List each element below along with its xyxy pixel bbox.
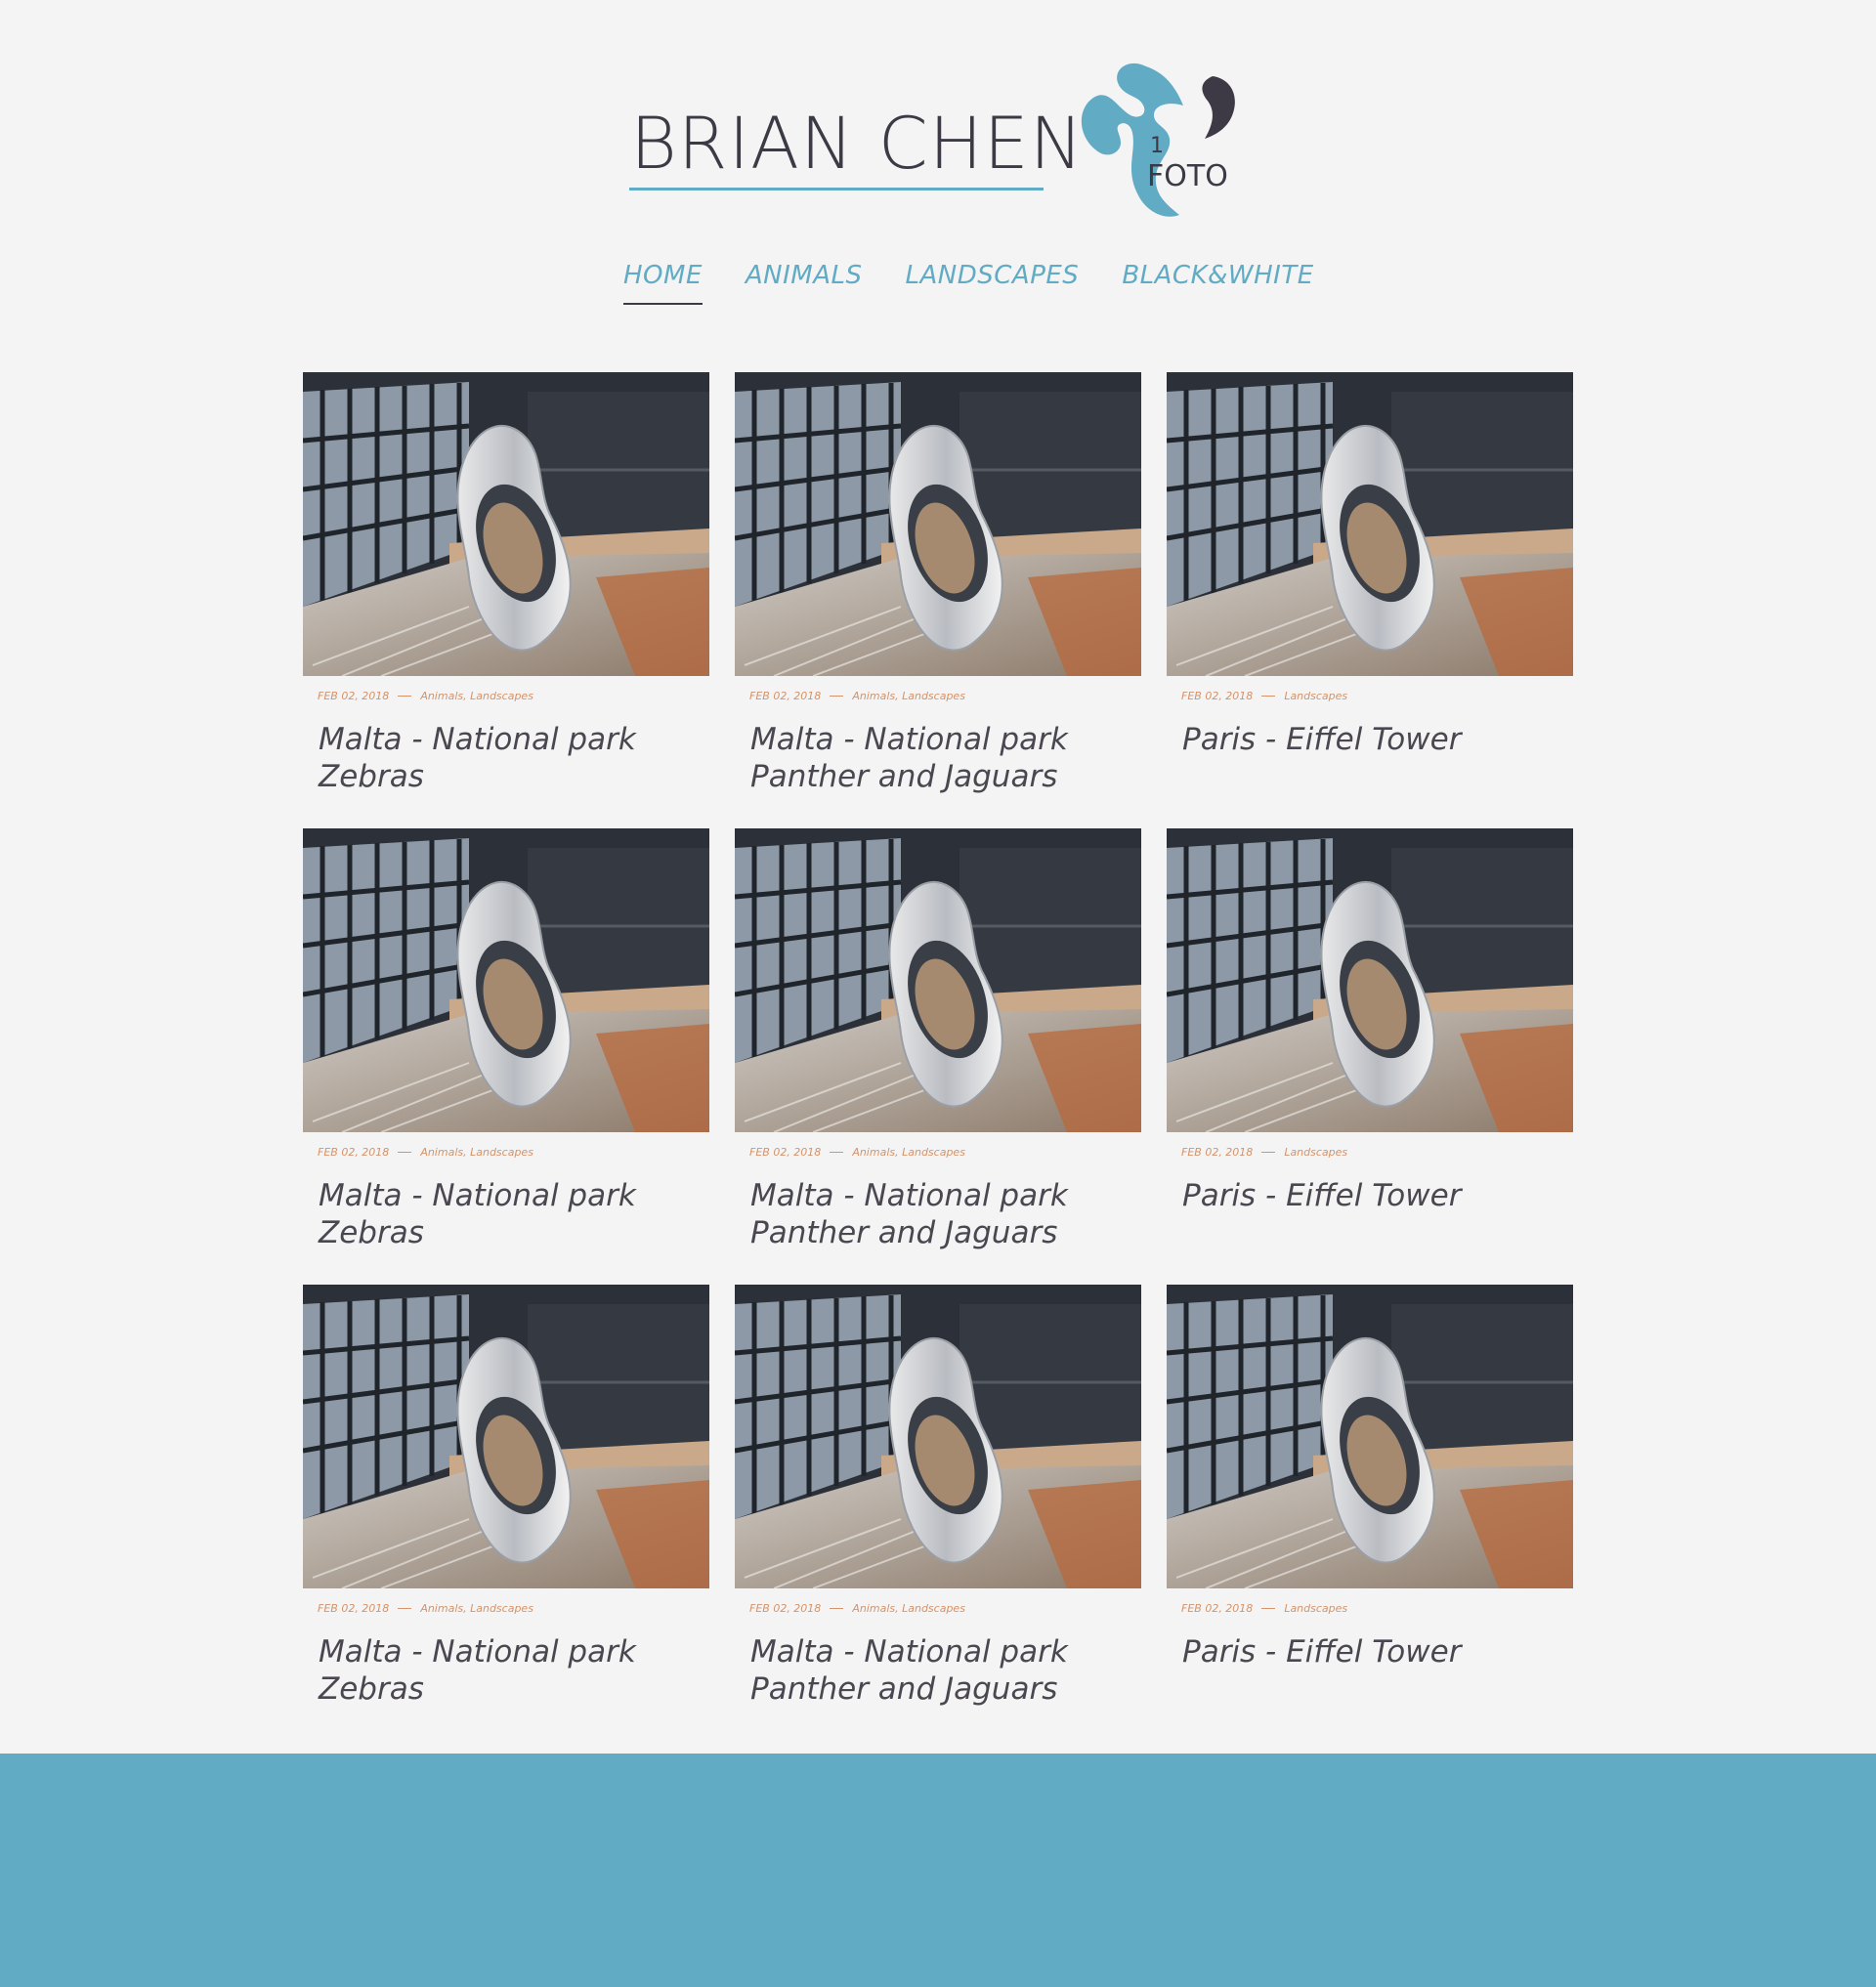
post-meta: FEB 02, 2018 Animals, Landscapes	[303, 1598, 709, 1618]
post-categories[interactable]: Animals, Landscapes	[420, 1602, 533, 1615]
main-nav: HOME ANIMALS LANDSCAPES BLACK&WHITE	[623, 256, 1314, 305]
post-card[interactable]: FEB 02, 2018 Animals, Landscapes Malta - N…	[735, 828, 1141, 1285]
post-categories[interactable]: Animals, Landscapes	[852, 1146, 965, 1159]
meta-separator	[1261, 695, 1276, 697]
footer	[0, 1754, 1876, 1987]
post-meta: FEB 02, 2018 Animals, Landscapes	[303, 1142, 709, 1162]
post-thumbnail[interactable]	[735, 372, 1141, 676]
post-date: FEB 02, 2018	[1181, 1145, 1254, 1159]
site-title[interactable]: BRIAN CHEN	[630, 103, 1083, 249]
post-categories[interactable]: Animals, Landscapes	[852, 1602, 965, 1615]
post-card[interactable]: FEB 02, 2018 Animals, Landscapes Malta - N…	[735, 1285, 1141, 1741]
post-categories[interactable]: Animals, Landscapes	[420, 1146, 533, 1159]
foto-logo-icon[interactable]: 1 FOTO	[1070, 59, 1246, 230]
post-date: FEB 02, 2018	[1181, 689, 1254, 702]
nav-item-landscapes[interactable]: LANDSCAPES	[906, 256, 1080, 305]
post-categories[interactable]: Landscapes	[1284, 1146, 1347, 1159]
post-title[interactable]: Malta - National park Zebras	[303, 1633, 694, 1708]
post-meta: FEB 02, 2018 Landscapes	[1167, 686, 1573, 705]
post-thumbnail[interactable]	[735, 1285, 1141, 1588]
page: BRIAN CHEN 1 FOTO HOME ANIMALS LANDSCAPE…	[0, 0, 1876, 1987]
post-thumbnail[interactable]	[1167, 828, 1573, 1132]
post-title[interactable]: Malta - National park Zebras	[303, 1177, 694, 1251]
post-thumbnail[interactable]	[1167, 372, 1573, 676]
post-thumbnail[interactable]	[303, 828, 709, 1132]
post-meta: FEB 02, 2018 Animals, Landscapes	[735, 1142, 1141, 1162]
meta-separator	[1261, 1607, 1276, 1609]
post-card[interactable]: FEB 02, 2018 Landscapes Paris - Eiffel Tow…	[1167, 1285, 1573, 1741]
nav-item-black-and-white[interactable]: BLACK&WHITE	[1122, 256, 1313, 305]
post-categories[interactable]: Landscapes	[1284, 1602, 1347, 1615]
post-card[interactable]: FEB 02, 2018 Landscapes Paris - Eiffel Tow…	[1167, 828, 1573, 1285]
post-title[interactable]: Paris - Eiffel Tower	[1167, 1633, 1557, 1670]
post-date: FEB 02, 2018	[318, 1601, 390, 1615]
post-card[interactable]: FEB 02, 2018 Animals, Landscapes Malta - N…	[303, 372, 709, 828]
post-title[interactable]: Malta - National park Zebras	[303, 721, 694, 795]
post-date: FEB 02, 2018	[749, 1601, 822, 1615]
meta-separator	[830, 1607, 844, 1609]
post-date: FEB 02, 2018	[749, 1145, 822, 1159]
title-underline	[629, 188, 1044, 190]
post-meta: FEB 02, 2018 Animals, Landscapes	[735, 686, 1141, 705]
post-title[interactable]: Malta - National park Panther and Jaguar…	[735, 721, 1126, 795]
logo-text: FOTO	[1147, 159, 1228, 193]
post-title[interactable]: Malta - National park Panther and Jaguar…	[735, 1633, 1126, 1708]
post-date: FEB 02, 2018	[318, 1145, 390, 1159]
post-card[interactable]: FEB 02, 2018 Landscapes Paris - Eiffel Tow…	[1167, 372, 1573, 828]
post-meta: FEB 02, 2018 Landscapes	[1167, 1142, 1573, 1162]
meta-separator	[398, 1151, 412, 1153]
meta-separator	[830, 1151, 844, 1153]
post-thumbnail[interactable]	[735, 828, 1141, 1132]
post-title[interactable]: Paris - Eiffel Tower	[1167, 721, 1557, 758]
post-card[interactable]: FEB 02, 2018 Animals, Landscapes Malta - N…	[735, 372, 1141, 828]
post-title[interactable]: Paris - Eiffel Tower	[1167, 1177, 1557, 1214]
nav-item-animals[interactable]: ANIMALS	[746, 256, 863, 305]
site-header: BRIAN CHEN 1 FOTO	[625, 59, 1241, 234]
post-title[interactable]: Malta - National park Panther and Jaguar…	[735, 1177, 1126, 1251]
post-categories[interactable]: Animals, Landscapes	[852, 690, 965, 702]
meta-separator	[830, 695, 844, 697]
meta-separator	[398, 1607, 412, 1609]
post-categories[interactable]: Landscapes	[1284, 690, 1347, 702]
nav-item-home[interactable]: HOME	[623, 256, 703, 305]
post-date: FEB 02, 2018	[749, 689, 822, 702]
post-date: FEB 02, 2018	[1181, 1601, 1254, 1615]
post-grid: FEB 02, 2018 Animals, Landscapes Malta - N…	[303, 372, 1573, 1741]
post-card[interactable]: FEB 02, 2018 Animals, Landscapes Malta - N…	[303, 828, 709, 1285]
post-categories[interactable]: Animals, Landscapes	[420, 690, 533, 702]
meta-separator	[398, 695, 412, 697]
post-meta: FEB 02, 2018 Animals, Landscapes	[735, 1598, 1141, 1618]
post-thumbnail[interactable]	[303, 1285, 709, 1588]
post-meta: FEB 02, 2018 Animals, Landscapes	[303, 686, 709, 705]
meta-separator	[1261, 1151, 1276, 1153]
post-date: FEB 02, 2018	[318, 689, 390, 702]
post-thumbnail[interactable]	[1167, 1285, 1573, 1588]
post-meta: FEB 02, 2018 Landscapes	[1167, 1598, 1573, 1618]
post-card[interactable]: FEB 02, 2018 Animals, Landscapes Malta - N…	[303, 1285, 709, 1741]
post-thumbnail[interactable]	[303, 372, 709, 676]
logo-number: 1	[1150, 134, 1164, 158]
